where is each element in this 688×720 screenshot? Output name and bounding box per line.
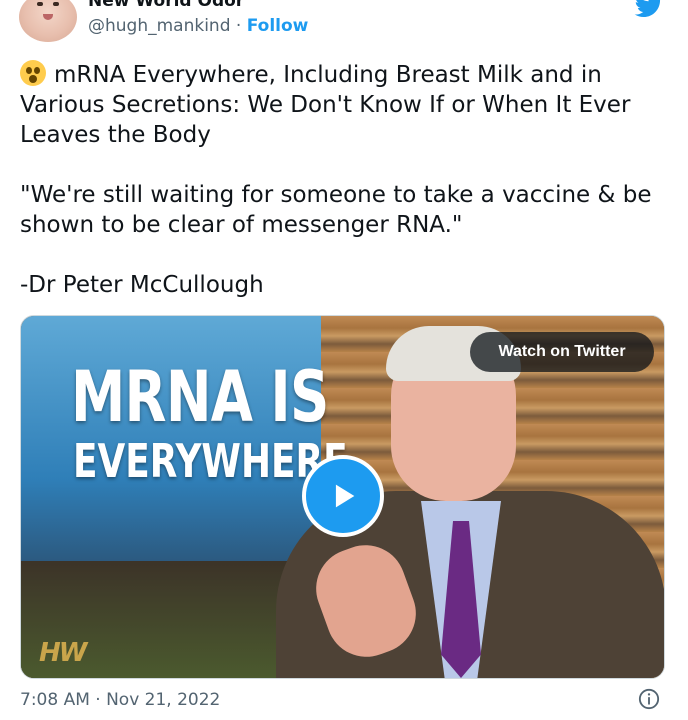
author-avatar[interactable]	[19, 0, 77, 42]
tweet-quote: "We're still waiting for someone to take…	[20, 182, 652, 238]
separator-dot: ·	[235, 16, 242, 36]
tweet-header: New World Odor™ @hugh_mankind · Follow	[0, 0, 688, 54]
tweet-headline-paragraph: mRNA Everywhere, Including Breast Milk a…	[20, 60, 660, 150]
follow-button[interactable]: Follow	[247, 16, 309, 36]
tweet-text: mRNA Everywhere, Including Breast Milk a…	[20, 60, 660, 300]
video-media[interactable]: MRNA IS EVERYWHERE HW Watch on Twitter	[20, 315, 665, 679]
author-name[interactable]: New World Odor™	[88, 0, 261, 11]
play-button[interactable]	[302, 455, 384, 537]
tweet-timestamp[interactable]: 7:08 AM · Nov 21, 2022	[20, 690, 220, 710]
astonished-face-icon	[20, 60, 46, 86]
info-icon[interactable]	[638, 688, 660, 710]
play-icon	[335, 484, 355, 508]
tweet-attribution: -Dr Peter McCullough	[20, 272, 264, 298]
twitter-bird-icon[interactable]	[634, 0, 664, 18]
watch-on-twitter-button[interactable]: Watch on Twitter	[470, 332, 654, 372]
author-handle[interactable]: @hugh_mankind	[88, 16, 231, 36]
video-headline-line1: MRNA IS	[71, 356, 329, 438]
tweet-headline: mRNA Everywhere, Including Breast Milk a…	[20, 62, 631, 148]
tweet-footer: 7:08 AM · Nov 21, 2022	[20, 688, 660, 714]
channel-logo: HW	[39, 638, 87, 668]
author-handle-row: @hugh_mankind · Follow	[88, 16, 308, 36]
